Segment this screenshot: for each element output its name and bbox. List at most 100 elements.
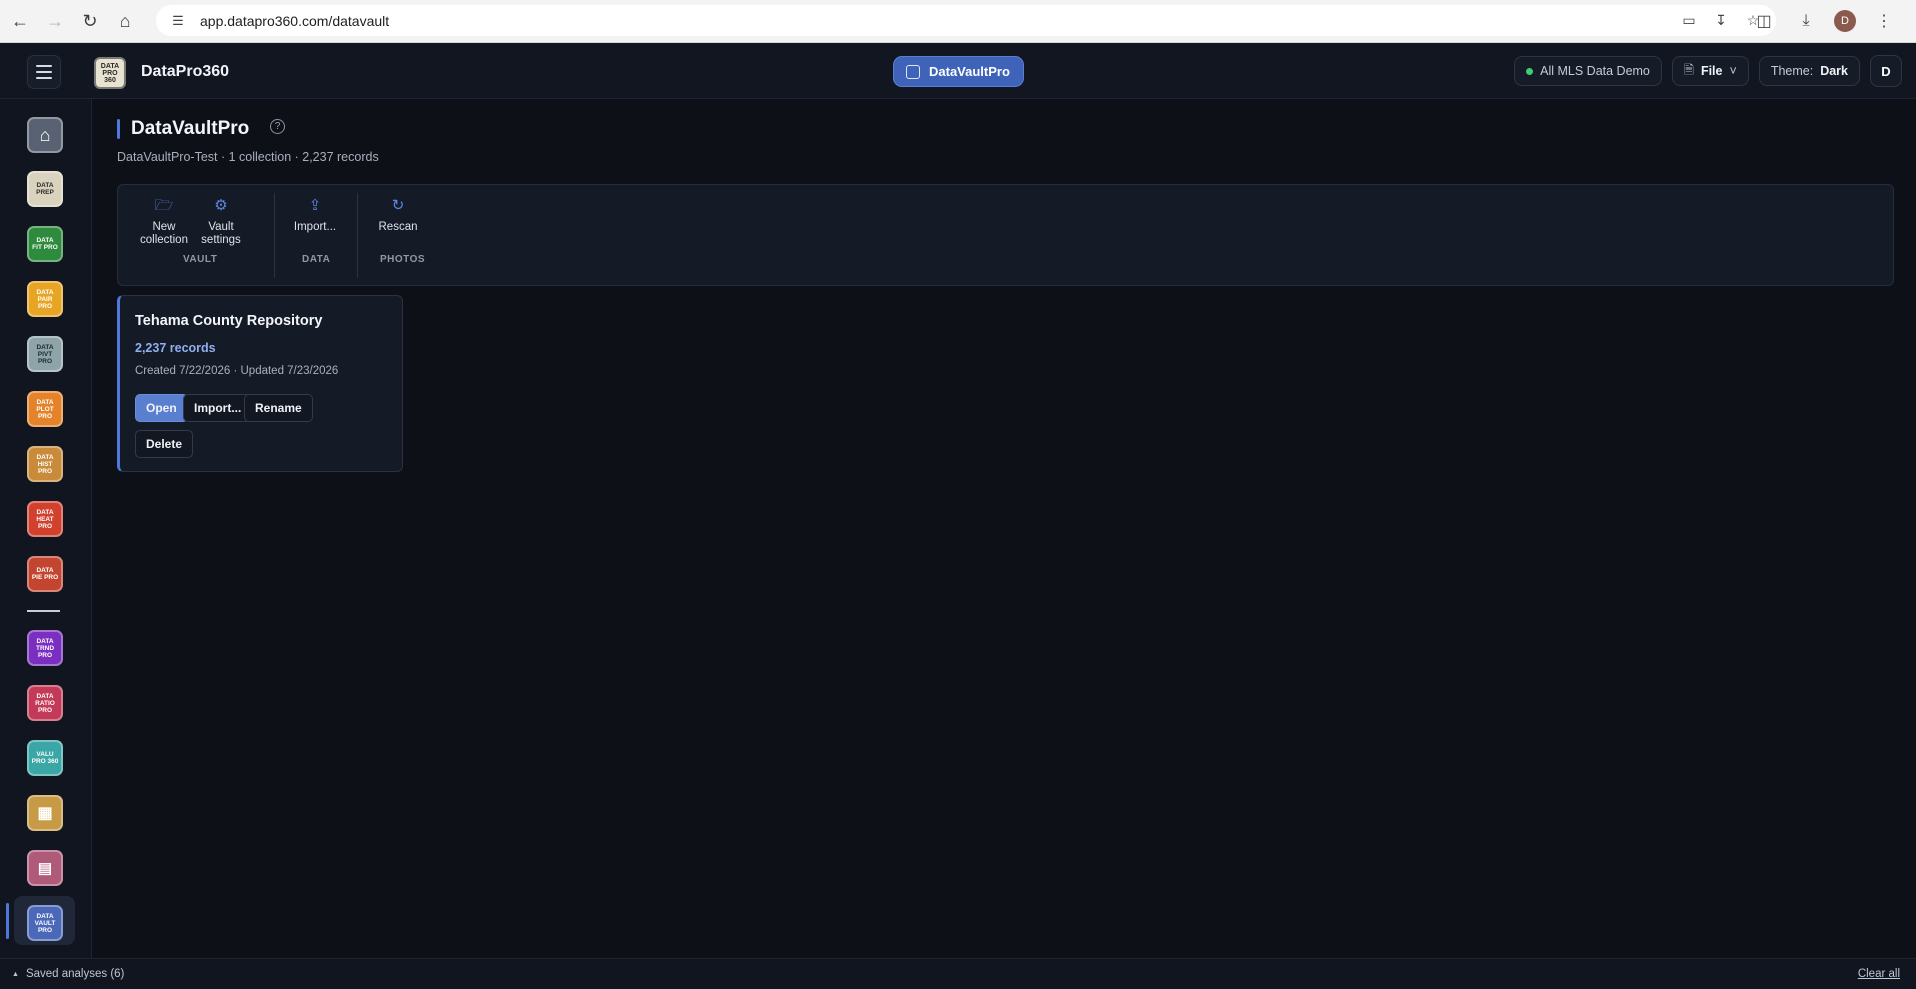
menu-dots-icon[interactable]: ⋮ bbox=[1870, 7, 1898, 35]
collection-title: Tehama County Repository bbox=[135, 313, 323, 329]
folder-plus-icon: 🗁 bbox=[154, 196, 174, 214]
page-info-icon[interactable]: ▭ bbox=[1678, 9, 1700, 31]
main-content: DataVaultPro ? DataVaultPro-Test · 1 col… bbox=[92, 99, 1916, 958]
sidebar-item-label: DATA TRND PRO bbox=[35, 637, 55, 659]
saved-analyses-bar: ▲ Saved analyses (6) Clear all bbox=[0, 958, 1916, 989]
sidebar-item-label: DATA RATIO PRO bbox=[35, 692, 55, 714]
sidebar-item-label: VALU PRO 360 bbox=[31, 751, 59, 765]
sidebar-item-label: DATA HIST PRO bbox=[36, 453, 54, 475]
sidebar-item-label: DATA HEAT PRO bbox=[36, 508, 54, 530]
sidebar-item-home-icon[interactable]: ⌂ bbox=[27, 117, 63, 153]
theme-label: Theme: bbox=[1770, 64, 1814, 78]
gear-icon: ⚙ bbox=[214, 196, 228, 214]
address-bar[interactable]: ☰ app.datapro360.com/datavault ▭ ↧ ☆ bbox=[156, 5, 1776, 36]
downloads-icon[interactable]: ⤓ bbox=[1792, 7, 1820, 35]
install-app-icon[interactable]: ↧ bbox=[1710, 9, 1732, 31]
theme-value: Dark bbox=[1820, 64, 1848, 78]
sidebar-item-data-hist-pro[interactable]: DATA HIST PRO bbox=[27, 446, 63, 482]
file-icon: 🗎 bbox=[1683, 62, 1694, 77]
sidebar-item-data-heat-pro[interactable]: DATA HEAT PRO bbox=[27, 501, 63, 537]
dataset-label: All MLS Data Demo bbox=[1540, 64, 1650, 78]
sidebar-item-label: DATA PIVT PRO bbox=[36, 343, 54, 365]
app-header: DATA PRO 360 DataPro360 DataVaultPro All… bbox=[0, 43, 1916, 99]
collection-card: Tehama County Repository 2,237 records C… bbox=[117, 295, 403, 472]
sidebar-item-data-trnd-pro[interactable]: DATA TRND PRO bbox=[27, 630, 63, 666]
profile-avatar[interactable]: D bbox=[1834, 10, 1856, 32]
extensions-icon[interactable]: ◫ bbox=[1750, 7, 1778, 35]
import-collection-button[interactable]: Import... bbox=[183, 394, 253, 422]
sidebar-item-valu-pro-360[interactable]: VALU PRO 360 bbox=[27, 740, 63, 776]
sidebar-item-data-prep-pro[interactable]: DATA PREP bbox=[27, 171, 63, 207]
brand-logo[interactable]: DATA PRO 360 bbox=[94, 57, 126, 89]
saved-analyses-toggle[interactable]: ▲ Saved analyses (6) bbox=[12, 968, 124, 980]
refresh-icon: ↻ bbox=[391, 196, 405, 214]
rename-button[interactable]: Rename bbox=[244, 394, 313, 422]
chevron-down-icon: ˅ bbox=[1729, 64, 1737, 78]
sidebar-item-data-ratio-pro[interactable]: DATA RATIO PRO bbox=[27, 685, 63, 721]
site-info-icon[interactable]: ☰ bbox=[166, 9, 190, 33]
sidebar-item-label: DATA PIE PRO bbox=[31, 567, 59, 581]
collection-dates: Created 7/22/2026 · Updated 7/23/2026 bbox=[135, 365, 339, 377]
help-icon[interactable]: ? bbox=[270, 119, 285, 134]
sidebar-item-data-fit-pro[interactable]: DATA FIT PRO bbox=[27, 226, 63, 262]
sidebar-item-label: DATA PLOT PRO bbox=[36, 398, 54, 420]
status-dot-icon bbox=[1526, 67, 1534, 75]
theme-toggle-button[interactable]: Theme: Dark bbox=[1758, 56, 1860, 86]
page-title: DataVaultPro bbox=[131, 118, 250, 139]
toolbar-separator bbox=[274, 193, 275, 278]
file-label: File bbox=[1700, 64, 1723, 78]
home-browser-icon[interactable]: ⌂ bbox=[110, 6, 140, 36]
forward-icon[interactable]: → bbox=[40, 6, 70, 36]
clear-all-link[interactable]: Clear all bbox=[1858, 968, 1900, 980]
group-label-vault: VAULT bbox=[183, 254, 218, 265]
browser-toolbar: ← → ↻ ⌂ ☰ app.datapro360.com/datavault ▭… bbox=[0, 0, 1916, 43]
sidebar-item-data-pie-pro[interactable]: DATA PIE PRO bbox=[27, 556, 63, 592]
sidebar-item-data-pivt-pro[interactable]: DATA PIVT PRO bbox=[27, 336, 63, 372]
sidebar-item-label: DATA PREP bbox=[36, 182, 54, 196]
sidebar-item-data-plot-pro[interactable]: DATA PLOT PRO bbox=[27, 391, 63, 427]
rescan-button[interactable]: ↻ Rescan bbox=[368, 194, 428, 234]
saved-analyses-label: Saved analyses (6) bbox=[25, 968, 125, 980]
group-label-photos: PHOTOS bbox=[380, 254, 426, 265]
hamburger-menu-icon[interactable] bbox=[27, 55, 61, 89]
sidebar-item-label: DATA VAULT PRO bbox=[34, 912, 56, 934]
user-avatar[interactable]: D bbox=[1870, 55, 1902, 87]
app-sidebar: ⌂ DATA PREP DATA FIT PRO DATA PAIR PRO DATA … bbox=[0, 99, 92, 958]
delete-button[interactable]: Delete bbox=[135, 430, 194, 458]
sidebar-item-label: DATA FIT PRO bbox=[32, 237, 58, 251]
title-accent-bar bbox=[117, 119, 120, 139]
active-app-pill[interactable]: DataVaultPro bbox=[893, 56, 1024, 87]
sidebar-item-data-vault-pro[interactable]: DATA VAULT PRO bbox=[27, 905, 63, 941]
url-text[interactable]: app.datapro360.com/datavault bbox=[200, 13, 389, 29]
sidebar-item-table-app[interactable]: ▦ bbox=[27, 795, 63, 831]
import-data-label: Import... bbox=[293, 221, 337, 233]
page-subtitle: DataVaultPro-Test · 1 collection · 2,237… bbox=[117, 150, 379, 164]
back-icon[interactable]: ← bbox=[5, 6, 35, 36]
rescan-label: Rescan bbox=[378, 221, 418, 233]
vault-toolbar: 🗁 New collection ⚙ Vault settings VAULT … bbox=[117, 184, 1894, 286]
vault-settings-button[interactable]: ⚙ Vault settings bbox=[191, 194, 251, 247]
report-chart-icon: ▤ bbox=[37, 859, 53, 877]
active-app-label: DataVaultPro bbox=[929, 64, 1010, 79]
dataset-selector[interactable]: All MLS Data Demo bbox=[1514, 56, 1662, 86]
brand-name: DataPro360 bbox=[141, 63, 230, 80]
sidebar-divider bbox=[27, 610, 60, 612]
caret-up-icon: ▲ bbox=[12, 970, 19, 978]
home-icon: ⌂ bbox=[39, 124, 51, 145]
new-collection-label: New collection bbox=[140, 221, 188, 246]
open-button[interactable]: Open bbox=[135, 394, 188, 422]
group-label-data: DATA bbox=[302, 254, 331, 265]
sidebar-item-report-app[interactable]: ▤ bbox=[27, 850, 63, 886]
sidebar-active-indicator bbox=[6, 903, 9, 939]
sidebar-item-label: DATA PAIR PRO bbox=[36, 288, 54, 310]
toolbar-separator bbox=[357, 193, 358, 278]
sidebar-item-data-pair-pro[interactable]: DATA PAIR PRO bbox=[27, 281, 63, 317]
new-collection-button[interactable]: 🗁 New collection bbox=[134, 194, 194, 247]
table-icon: ▦ bbox=[37, 804, 53, 822]
vault-app-icon bbox=[906, 64, 920, 79]
reload-icon[interactable]: ↻ bbox=[75, 6, 105, 36]
vault-settings-label: Vault settings bbox=[201, 221, 241, 246]
file-menu-button[interactable]: 🗎 File ˅ bbox=[1671, 56, 1749, 86]
import-data-button[interactable]: ⇪ Import... bbox=[285, 194, 345, 234]
upload-icon: ⇪ bbox=[308, 196, 322, 214]
